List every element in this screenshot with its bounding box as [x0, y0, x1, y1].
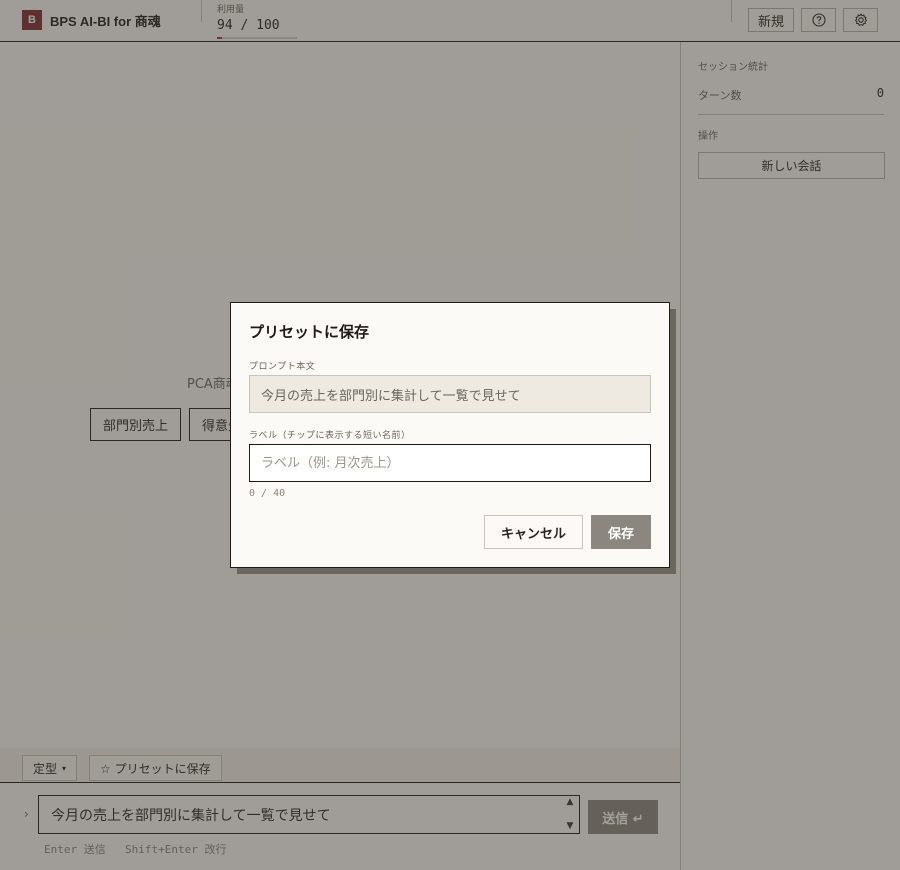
- cancel-button[interactable]: キャンセル: [484, 515, 583, 549]
- prompt-body-field: 今月の売上を部門別に集計して一覧で見せて: [249, 375, 651, 413]
- label-field-label: ラベル（チップに表示する短い名前）: [249, 431, 411, 441]
- dialog-title: プリセットに保存: [249, 323, 370, 341]
- label-input[interactable]: [249, 444, 651, 482]
- prompt-body-label: プロンプト本文: [249, 362, 316, 372]
- save-preset-dialog: プリセットに保存 プロンプト本文 今月の売上を部門別に集計して一覧で見せて ラベ…: [230, 302, 670, 568]
- save-button[interactable]: 保存: [591, 515, 651, 549]
- char-counter: 0 / 40: [249, 488, 286, 499]
